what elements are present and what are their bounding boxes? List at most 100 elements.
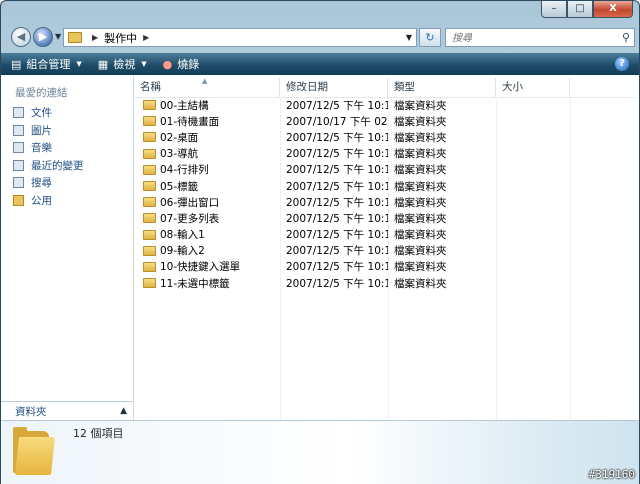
- file-name: 02-桌面: [160, 131, 199, 144]
- folder-icon: [143, 245, 156, 256]
- music-icon: [13, 142, 24, 154]
- folder-icon: [143, 197, 156, 208]
- file-name-cell[interactable]: 06-彈出窗口: [134, 195, 280, 210]
- breadcrumb-current-folder[interactable]: 製作中: [104, 30, 137, 46]
- file-name-cell[interactable]: 00-主結構: [134, 98, 280, 113]
- date-modified-cell: 2007/12/5 下午 10:15: [286, 99, 388, 112]
- chevron-down-icon: ▼: [141, 60, 147, 68]
- table-row[interactable]: 00-主結構 2007/12/5 下午 10:15 檔案資料夾: [134, 97, 639, 113]
- breadcrumb-arrow-icon[interactable]: ▶: [92, 33, 98, 42]
- file-name: 05-標籤: [160, 180, 199, 193]
- table-row[interactable]: 10-快捷鍵入選單 2007/12/5 下午 10:15 檔案資料夾: [134, 259, 639, 275]
- caption-buttons: – □ X: [541, 1, 633, 18]
- column-header-name[interactable]: ▲ 名稱: [134, 77, 280, 97]
- favorite-links-heading: 最愛的連結: [15, 87, 68, 99]
- close-button[interactable]: X: [593, 1, 633, 18]
- public-folder-icon: [13, 194, 24, 206]
- organize-icon: ▤: [11, 57, 22, 71]
- sidebar-item-documents[interactable]: 文件: [13, 104, 84, 122]
- file-name-cell[interactable]: 02-桌面: [134, 130, 280, 145]
- help-button[interactable]: ?: [615, 57, 629, 71]
- folder-icon: [143, 229, 156, 240]
- sidebar-item-label: 音樂: [31, 142, 52, 155]
- file-name: 06-彈出窗口: [160, 196, 220, 209]
- views-label: 檢視: [113, 58, 136, 71]
- address-bar[interactable]: ▶ 製作中 ▶ ▼: [63, 28, 417, 47]
- file-name-cell[interactable]: 09-輸入2: [134, 243, 280, 258]
- file-name-cell[interactable]: 03-導航: [134, 146, 280, 161]
- sidebar-item-public[interactable]: 公用: [13, 192, 84, 210]
- type-cell: 檔案資料夾: [394, 229, 447, 242]
- folder-icon: [143, 164, 156, 175]
- back-button[interactable]: ◀: [11, 27, 31, 47]
- folder-icon: [143, 261, 156, 272]
- file-name-cell[interactable]: 10-快捷鍵入選單: [134, 259, 280, 274]
- table-row[interactable]: 06-彈出窗口 2007/12/5 下午 10:15 檔案資料夾: [134, 194, 639, 210]
- date-modified-cell: 2007/10/17 下午 02...: [286, 115, 388, 128]
- file-name-cell[interactable]: 08-輸入1: [134, 227, 280, 242]
- table-row[interactable]: 04-行排列 2007/12/5 下午 10:15 檔案資料夾: [134, 162, 639, 178]
- views-icon: ▦: [97, 57, 109, 71]
- refresh-button[interactable]: ↻: [419, 28, 441, 47]
- breadcrumb-arrow-icon[interactable]: ▶: [143, 33, 149, 42]
- search-icon[interactable]: ⚲: [622, 31, 630, 44]
- table-row[interactable]: 11-未選中標籤 2007/12/5 下午 10:15 檔案資料夾: [134, 275, 639, 291]
- column-header-size[interactable]: 大小: [496, 78, 570, 97]
- sidebar-item-music[interactable]: 音樂: [13, 139, 84, 157]
- chevron-down-icon: ▼: [76, 60, 82, 68]
- table-row[interactable]: 02-桌面 2007/12/5 下午 10:15 檔案資料夾: [134, 129, 639, 145]
- minimize-button[interactable]: –: [541, 1, 567, 18]
- file-name: 01-待機畫面: [160, 115, 220, 128]
- file-name-cell[interactable]: 04-行排列: [134, 162, 280, 177]
- table-row[interactable]: 03-導航 2007/12/5 下午 10:15 檔案資料夾: [134, 146, 639, 162]
- sidebar-item-label: 最近的變更: [31, 159, 84, 172]
- file-name: 04-行排列: [160, 164, 209, 177]
- type-cell: 檔案資料夾: [394, 277, 447, 290]
- item-count: 12 個項目: [73, 427, 124, 440]
- vertical-scrollbar[interactable]: [635, 75, 639, 420]
- type-cell: 檔案資料夾: [394, 261, 447, 274]
- file-name: 08-輸入1: [160, 229, 205, 242]
- table-row[interactable]: 08-輸入1 2007/12/5 下午 10:15 檔案資料夾: [134, 227, 639, 243]
- column-headers: ▲ 名稱 修改日期 類型 大小: [134, 77, 639, 98]
- folder-icon: [68, 32, 82, 43]
- watermark-text: #319160: [588, 468, 635, 481]
- file-list-pane: ▲ 名稱 修改日期 類型 大小 00-主結構 2007/12/5 下午 10:15…: [134, 75, 639, 420]
- column-header-type[interactable]: 類型: [388, 78, 496, 97]
- search-box[interactable]: ⚲: [445, 28, 635, 47]
- date-modified-cell: 2007/12/5 下午 10:15: [286, 245, 388, 258]
- folder-icon: [143, 116, 156, 127]
- forward-button[interactable]: ▶: [33, 27, 53, 47]
- burn-button[interactable]: ● 燒錄: [163, 56, 200, 72]
- sidebar-item-recent-changes[interactable]: 最近的變更: [13, 157, 84, 175]
- table-row[interactable]: 09-輸入2 2007/12/5 下午 10:15 檔案資料夾: [134, 243, 639, 259]
- folder-icon: [143, 100, 156, 111]
- organize-label: 組合管理: [26, 58, 71, 71]
- file-name-cell[interactable]: 05-標籤: [134, 179, 280, 194]
- sidebar-item-searches[interactable]: 搜尋: [13, 174, 84, 192]
- sidebar-item-pictures[interactable]: 圖片: [13, 122, 84, 140]
- search-input[interactable]: [450, 30, 614, 47]
- date-modified-cell: 2007/12/5 下午 10:15: [286, 148, 388, 161]
- file-name-cell[interactable]: 01-待機畫面: [134, 114, 280, 129]
- recent-pages-dropdown-icon[interactable]: ▼: [55, 32, 61, 41]
- column-header-date-modified[interactable]: 修改日期: [280, 78, 388, 97]
- folders-toggle[interactable]: 資料夾 ▲: [1, 401, 133, 420]
- organize-button[interactable]: ▤ 組合管理 ▼: [11, 56, 82, 72]
- sidebar-item-label: 文件: [31, 107, 52, 120]
- table-row[interactable]: 01-待機畫面 2007/10/17 下午 02... 檔案資料夾: [134, 113, 639, 129]
- file-name-cell[interactable]: 07-更多列表: [134, 211, 280, 226]
- file-name: 07-更多列表: [160, 212, 220, 225]
- file-name-cell[interactable]: 11-未選中標籤: [134, 276, 280, 291]
- table-row[interactable]: 05-標籤 2007/12/5 下午 10:15 檔案資料夾: [134, 178, 639, 194]
- table-row[interactable]: 07-更多列表 2007/12/5 下午 10:15 檔案資料夾: [134, 210, 639, 226]
- explorer-window: – □ X ◀ ▶ ▼ ▶ 製作中 ▶ ▼ ↻ ⚲ ▤ 組合管理 ▼ ▦ 檢視 …: [0, 0, 640, 484]
- maximize-button[interactable]: □: [567, 1, 593, 18]
- documents-icon: [13, 107, 24, 119]
- type-cell: 檔案資料夾: [394, 164, 447, 177]
- address-dropdown-icon[interactable]: ▼: [406, 33, 412, 42]
- favorite-links-list: 文件 圖片 音樂 最近的變更 搜尋 公用: [13, 104, 84, 209]
- views-button[interactable]: ▦ 檢視 ▼: [98, 56, 147, 72]
- chevron-up-icon[interactable]: ▲: [120, 406, 127, 416]
- type-cell: 檔案資料夾: [394, 245, 447, 258]
